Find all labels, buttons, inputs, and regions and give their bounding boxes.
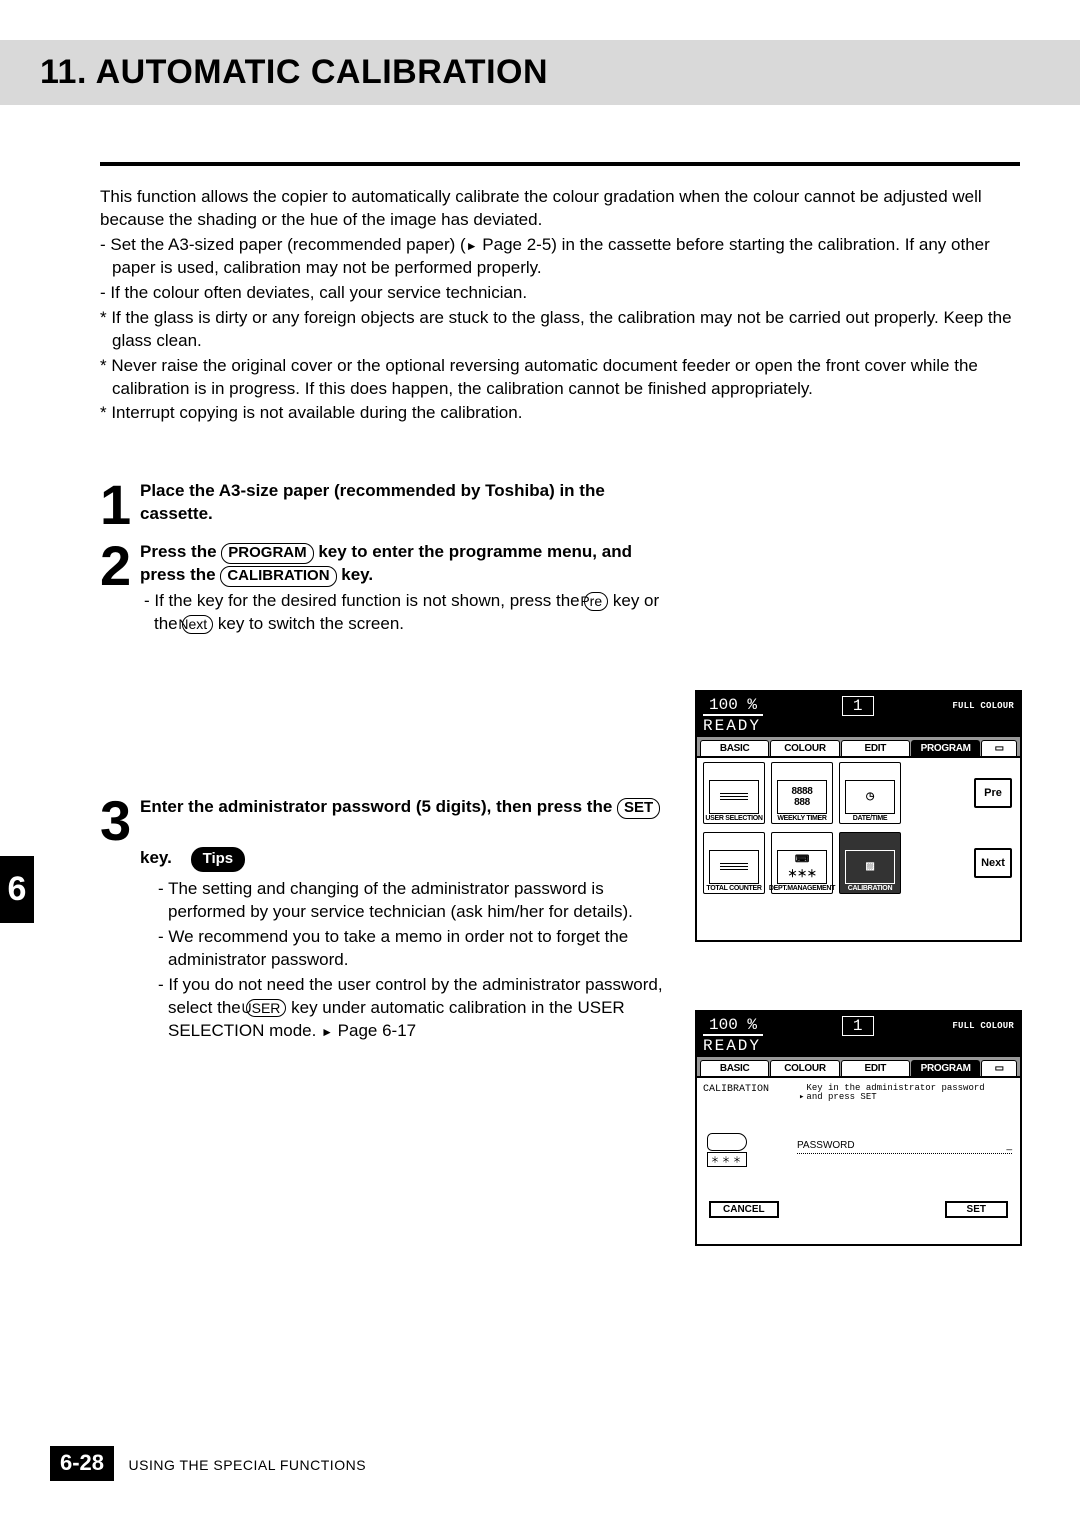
step-2: 2 Press the PROGRAM key to enter the pro… xyxy=(100,541,1020,636)
divider xyxy=(100,162,1020,166)
user-selection-button[interactable]: USER SELECTION xyxy=(703,762,765,824)
next-button[interactable]: Next xyxy=(974,848,1012,878)
copy-count: 1 xyxy=(842,1016,874,1036)
dept-management-button[interactable]: ⌨＊＊＊DEPT.MANAGEMENT xyxy=(771,832,833,894)
footer: 6-28 USING THE SPECIAL FUNCTIONS xyxy=(50,1446,1020,1481)
full-colour-label: FULL COLOUR xyxy=(952,701,1014,711)
copy-count: 1 xyxy=(842,696,874,716)
page-number: 6-28 xyxy=(50,1446,114,1481)
tab-edit[interactable]: EDIT xyxy=(841,740,910,756)
intro-note: * Interrupt copying is not available dur… xyxy=(100,402,1020,425)
keyboard-icon xyxy=(707,1133,747,1151)
intro-note: * Never raise the original cover or the … xyxy=(100,355,1020,401)
pre-key: Pre xyxy=(584,592,608,611)
calibration-title: CALIBRATION xyxy=(703,1084,769,1095)
next-key: Next xyxy=(182,615,213,634)
step-subtext: - If the key for the desired function is… xyxy=(154,590,670,636)
weekly-timer-button[interactable]: 8888888WEEKLY TIMER xyxy=(771,762,833,824)
lcd-header: 100 % 1 FULL COLOUR READY xyxy=(697,1012,1020,1057)
full-colour-label: FULL COLOUR xyxy=(952,1021,1014,1031)
intro-block: This function allows the copier to autom… xyxy=(100,186,1020,425)
step-number: 1 xyxy=(100,480,140,530)
lcd-screen-program-menu: 100 % 1 FULL COLOUR READY BASIC COLOUR E… xyxy=(695,690,1022,942)
tip-item: - If you do not need the user control by… xyxy=(168,974,670,1043)
tab-settings-icon[interactable]: ▭ xyxy=(981,1060,1017,1076)
zoom-value: 100 % xyxy=(703,696,763,716)
tab-program[interactable]: PROGRAM xyxy=(911,740,980,756)
step-number: 3 xyxy=(100,796,140,1045)
intro-para: This function allows the copier to autom… xyxy=(100,186,1020,232)
user-key: USER xyxy=(246,999,287,1018)
chapter-title: 11. AUTOMATIC CALIBRATION xyxy=(40,53,1080,92)
set-button[interactable]: SET xyxy=(945,1201,1008,1218)
tab-colour[interactable]: COLOUR xyxy=(770,740,839,756)
ready-status: READY xyxy=(703,1037,1014,1055)
intro-bullet: - Set the A3-sized paper (recommended pa… xyxy=(100,234,1020,280)
tab-program[interactable]: PROGRAM xyxy=(911,1060,980,1076)
tab-settings-icon[interactable]: ▭ xyxy=(981,740,1017,756)
pre-button[interactable]: Pre xyxy=(974,778,1012,808)
footer-text: USING THE SPECIAL FUNCTIONS xyxy=(129,1457,367,1473)
chapter-banner: 11. AUTOMATIC CALIBRATION xyxy=(0,40,1080,105)
lcd-tabs: BASIC COLOUR EDIT PROGRAM ▭ xyxy=(697,737,1020,756)
lcd-header: 100 % 1 FULL COLOUR READY xyxy=(697,692,1020,737)
step-1: 1 Place the A3-size paper (recommended b… xyxy=(100,480,1020,530)
step-number: 2 xyxy=(100,541,140,636)
ready-status: READY xyxy=(703,717,1014,735)
password-value: _ xyxy=(1006,1140,1012,1151)
calibration-key: CALIBRATION xyxy=(220,566,336,587)
lcd-tabs: BASIC COLOUR EDIT PROGRAM ▭ xyxy=(697,1057,1020,1076)
tips-list: - The setting and changing of the admini… xyxy=(168,878,670,1043)
lcd-body: CALIBRATION Key in the administrator pas… xyxy=(697,1076,1020,1224)
zoom-value: 100 % xyxy=(703,1016,763,1036)
tab-colour[interactable]: COLOUR xyxy=(770,1060,839,1076)
tab-basic[interactable]: BASIC xyxy=(700,740,769,756)
pointer-icon xyxy=(466,235,478,254)
chapter-side-tab: 6 xyxy=(0,856,34,923)
lcd-screen-calibration-password: 100 % 1 FULL COLOUR READY BASIC COLOUR E… xyxy=(695,1010,1022,1246)
keyboard-entry: ＊＊＊ xyxy=(707,1152,747,1167)
password-prompt: Key in the administrator password and pr… xyxy=(799,1084,986,1103)
password-label: PASSWORD xyxy=(797,1140,855,1151)
intro-note: * If the glass is dirty or any foreign o… xyxy=(100,307,1020,353)
tip-item: - We recommend you to take a memo in ord… xyxy=(168,926,670,972)
tab-basic[interactable]: BASIC xyxy=(700,1060,769,1076)
pointer-icon xyxy=(321,1021,333,1040)
set-key: SET xyxy=(617,798,660,819)
tips-badge: Tips xyxy=(191,847,246,872)
intro-bullet: - If the colour often deviates, call you… xyxy=(100,282,1020,305)
program-key: PROGRAM xyxy=(221,543,313,564)
cancel-button[interactable]: CANCEL xyxy=(709,1201,779,1218)
lcd-body: USER SELECTION 8888888WEEKLY TIMER ◷DATE… xyxy=(697,756,1020,914)
tab-edit[interactable]: EDIT xyxy=(841,1060,910,1076)
calibration-button[interactable]: ▨CALIBRATION xyxy=(839,832,901,894)
total-counter-button[interactable]: TOTAL COUNTER xyxy=(703,832,765,894)
tip-item: - The setting and changing of the admini… xyxy=(168,878,670,924)
date-time-button[interactable]: ◷DATE/TIME xyxy=(839,762,901,824)
password-row: PASSWORD _ xyxy=(797,1140,1012,1154)
step-text: Place the A3-size paper (recommended by … xyxy=(140,481,605,523)
